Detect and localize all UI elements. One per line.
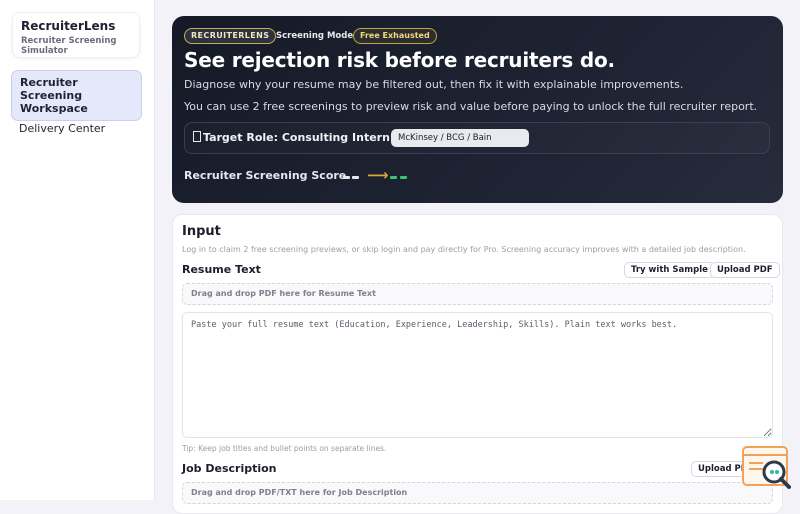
target-icon	[193, 131, 201, 145]
brand-badge: RECRUITERLENS	[184, 28, 277, 44]
try-sample-button[interactable]: Try with Sample	[624, 262, 715, 278]
brand-subtitle: Recruiter Screening Simulator	[21, 36, 117, 56]
score-to-dash	[390, 176, 397, 179]
target-role-box: Target Role: Consulting Intern @ McKinse…	[184, 122, 770, 154]
score-to-dash	[400, 176, 407, 179]
upload-pdf-button[interactable]: Upload PDF	[710, 262, 780, 278]
hero-panel: RECRUITERLENS Screening Mode Free Exhaus…	[172, 16, 783, 203]
nav-item-delivery-center[interactable]: Delivery Center	[11, 117, 142, 140]
floating-search-doc-icon[interactable]	[741, 445, 793, 493]
score-arrow-icon: ⟶	[367, 166, 389, 184]
nav-item-screening-workspace[interactable]: Recruiter Screening Workspace	[11, 70, 142, 121]
target-company-field[interactable]: McKinsey / BCG / Bain	[391, 129, 529, 147]
score-from-dash	[343, 176, 350, 179]
score-from-dash	[352, 176, 359, 179]
input-panel: Input Log in to claim 2 free screening p…	[172, 214, 783, 514]
resume-tip: Tip: Keep job titles and bullet points o…	[182, 444, 387, 453]
brand-name: RecruiterLens	[21, 19, 116, 33]
resume-drop-zone[interactable]: Drag and drop PDF here for Resume Text	[182, 283, 773, 305]
target-role-label: Target Role: Consulting Intern @	[203, 131, 405, 144]
jd-drop-zone[interactable]: Drag and drop PDF/TXT here for Job Descr…	[182, 482, 773, 504]
sidebar: RecruiterLens Recruiter Screening Simula…	[0, 0, 155, 500]
brand-card: RecruiterLens Recruiter Screening Simula…	[12, 12, 140, 58]
hero-title: See rejection risk before recruiters do.	[184, 48, 615, 72]
mode-label: Screening Mode	[276, 31, 354, 41]
hero-description: Diagnose why your resume may be filtered…	[184, 78, 684, 91]
job-description-label: Job Description	[182, 462, 277, 475]
input-title: Input	[182, 224, 221, 239]
input-note: Log in to claim 2 free screening preview…	[182, 245, 746, 254]
free-status-badge: Free Exhausted	[353, 28, 437, 44]
score-label: Recruiter Screening Score	[184, 169, 347, 182]
resume-textarea[interactable]	[182, 312, 773, 438]
hero-free-info: You can use 2 free screenings to preview…	[184, 100, 758, 113]
resume-label: Resume Text	[182, 263, 261, 276]
